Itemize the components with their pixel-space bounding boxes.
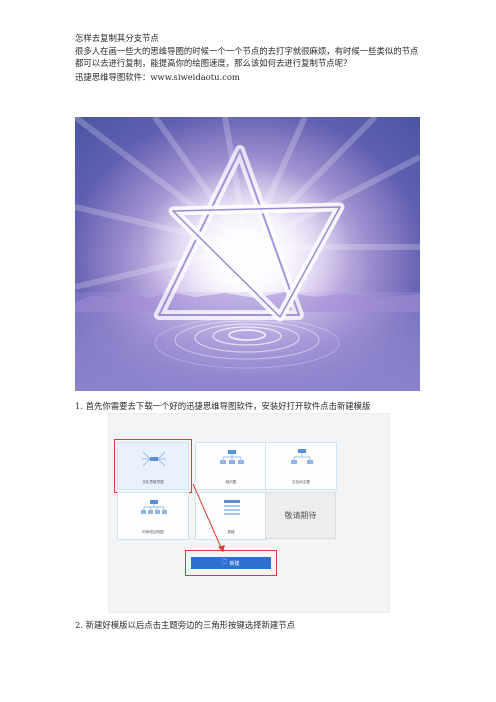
new-button-label: 新建 [229,560,240,567]
document-title: 怎样去复制其分支节点 [75,33,159,43]
new-file-icon: 🗋 [222,559,227,565]
step-2-number: 2. [75,620,83,630]
software-line: 迅捷思维导图软件：www.siweidaotu.com [75,72,240,82]
hero-image [75,117,420,391]
step-1-number: 1. [75,401,83,411]
step-2: 2. 新建好模版以后点击主题旁边的三角形按键选择新建节点 [75,619,295,631]
prism-artwork [75,117,420,391]
step-1-text: 首先你需要去下载一个好的迅捷思维导图软件，安装好打开软件点击新建模版 [85,401,371,411]
intro-paragraph: 很多人在画一些大的思维导图的时候一个一个节点的去打字就很麻烦，有时候一些类似的节… [75,46,419,68]
step-2-text: 新建好模版以后点击主题旁边的三角形按键选择新建节点 [85,620,296,630]
pointer-arrow [192,483,225,553]
step-1: 1. 首先你需要去下载一个好的迅捷思维导图软件，安装好打开软件点击新建模版 [75,400,370,412]
template-screenshot: 文化思维导图 组织图 文化树主题 时间线结构图 表格 敬请期待 🗋 新建 [108,413,390,613]
new-button[interactable]: 🗋 新建 [191,557,271,569]
